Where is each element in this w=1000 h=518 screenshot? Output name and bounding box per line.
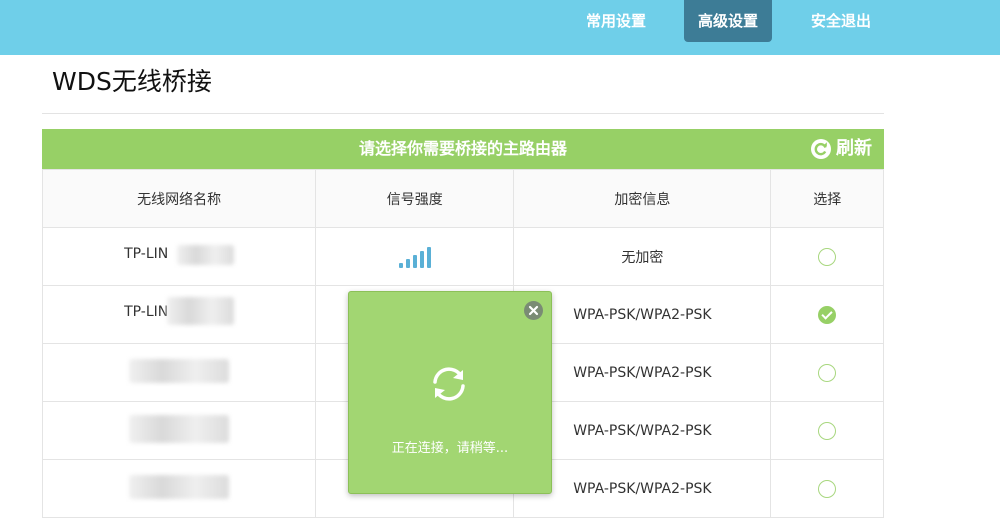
ssid-cell: TP-LIN (41, 285, 317, 344)
refresh-label: 刷新 (836, 138, 872, 159)
page-title: WDS无线桥接 (52, 67, 212, 96)
select-radio-checked[interactable] (818, 305, 837, 324)
loading-spinner-icon (433, 367, 465, 401)
select-radio[interactable] (818, 363, 837, 382)
encryption-cell: WPA-PSK/WPA2-PSK (513, 343, 772, 402)
nav-common-settings[interactable]: 常用设置 (572, 0, 660, 42)
select-cell (770, 343, 884, 402)
select-radio[interactable] (818, 247, 837, 266)
ssid-text: TP-LIN (124, 303, 169, 320)
encryption-cell: WPA-PSK/WPA2-PSK (513, 459, 772, 518)
connecting-message: 正在连接，请稍等... (391, 441, 509, 456)
close-button[interactable] (524, 301, 543, 320)
ssid-text: TP-LIN (124, 245, 169, 262)
header-encryption: 加密信息 (513, 169, 772, 228)
ssid-cell (41, 343, 317, 402)
redaction-blur (177, 244, 235, 265)
scan-banner: 请选择你需要桥接的主路由器 刷新 (42, 129, 884, 169)
ssid-cell (41, 401, 317, 460)
redaction-blur (167, 296, 235, 325)
header-signal: 信号强度 (315, 169, 515, 228)
nav-advanced-settings[interactable]: 高级设置 (684, 0, 772, 42)
select-radio[interactable] (818, 479, 837, 498)
refresh-icon (811, 139, 831, 159)
header-ssid: 无线网络名称 (41, 169, 317, 228)
encryption-cell: 无加密 (513, 227, 772, 286)
title-divider (42, 113, 884, 114)
select-cell (770, 401, 884, 460)
header-select: 选择 (770, 169, 884, 228)
signal-strength-icon (398, 246, 431, 268)
nav-logout[interactable]: 安全退出 (797, 0, 885, 42)
connecting-dialog: 正在连接，请稍等... (348, 291, 552, 494)
table-row[interactable]: TP-LIN 无加密 (41, 227, 884, 286)
select-cell (770, 459, 884, 518)
table-header-row: 无线网络名称 信号强度 加密信息 选择 (41, 169, 884, 228)
ssid-cell (41, 459, 317, 518)
ssid-cell: TP-LIN (41, 227, 317, 286)
banner-text: 请选择你需要桥接的主路由器 (358, 139, 567, 158)
select-cell (770, 285, 884, 344)
encryption-cell: WPA-PSK/WPA2-PSK (513, 401, 772, 460)
top-nav-bar: 常用设置 高级设置 安全退出 (0, 0, 1000, 55)
redaction-blur (129, 474, 230, 499)
close-icon (528, 305, 539, 316)
redaction-blur (129, 414, 230, 443)
redaction-blur (129, 358, 230, 383)
signal-cell (315, 227, 515, 286)
select-cell (770, 227, 884, 286)
select-radio[interactable] (818, 421, 837, 440)
refresh-button[interactable]: 刷新 (810, 137, 872, 161)
encryption-cell: WPA-PSK/WPA2-PSK (513, 285, 772, 344)
